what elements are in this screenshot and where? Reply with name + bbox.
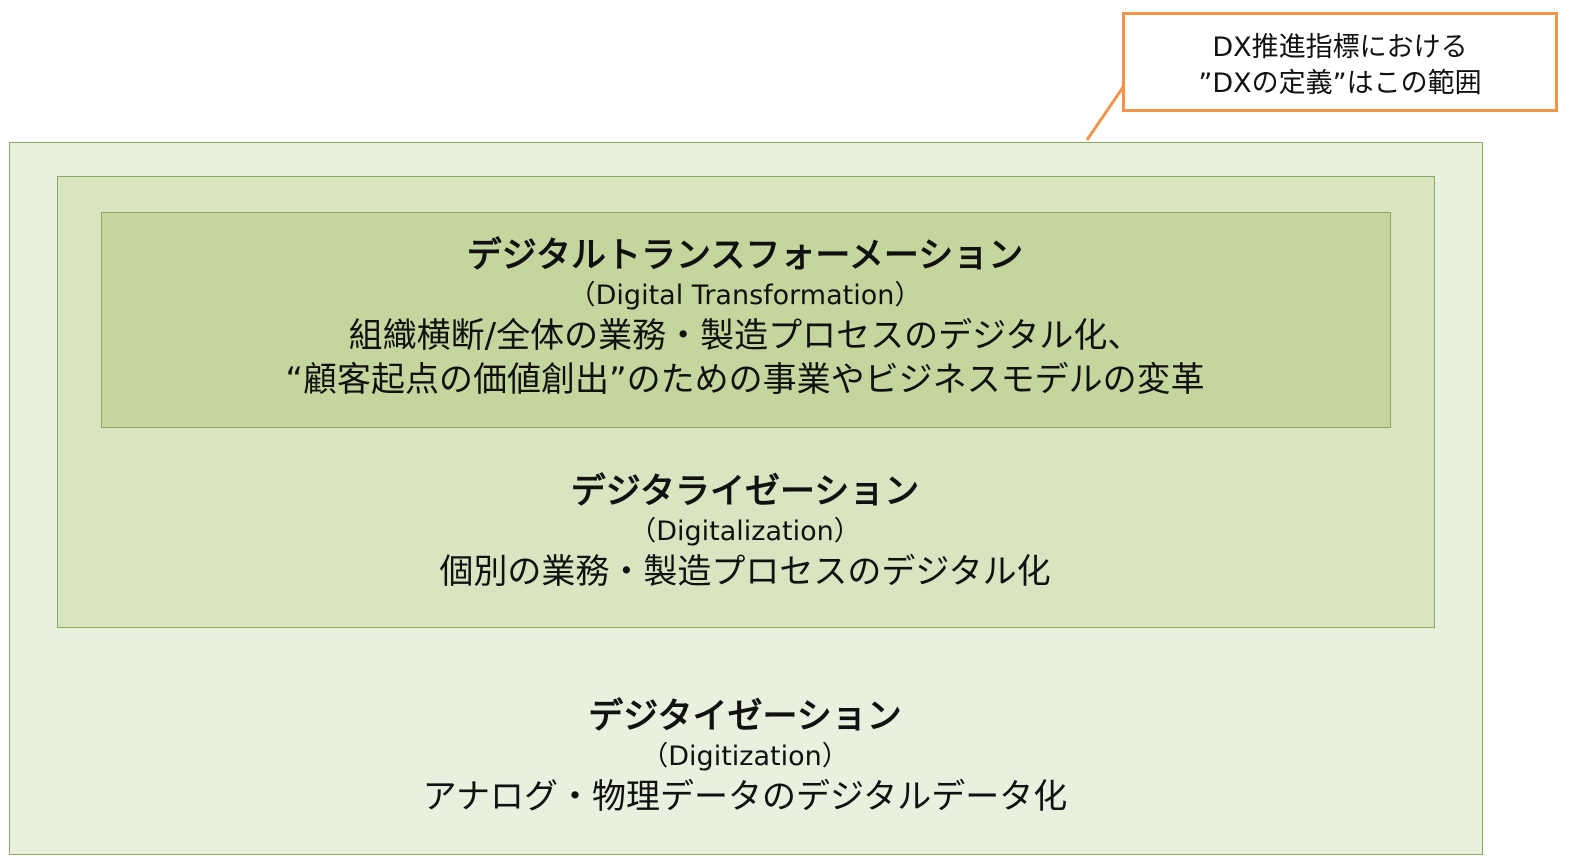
callout-line1: DX推進指標における xyxy=(1212,32,1468,63)
callout-pointer-line xyxy=(1085,73,1134,141)
callout-line2: ”DXの定義”はこの範囲 xyxy=(1198,68,1482,99)
dx-definition-callout: DX推進指標における ”DXの定義”はこの範囲 xyxy=(1122,12,1558,112)
